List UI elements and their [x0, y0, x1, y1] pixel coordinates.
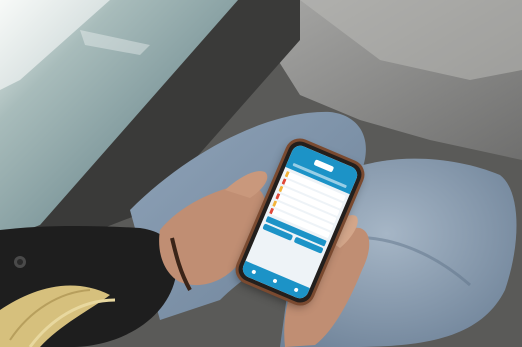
- photo: [0, 0, 522, 347]
- nav-icon: [293, 287, 300, 293]
- scene: [0, 0, 522, 347]
- nav-icon: [272, 278, 278, 284]
- nav-icon: [250, 269, 257, 275]
- app-tab-highlight: [313, 159, 335, 173]
